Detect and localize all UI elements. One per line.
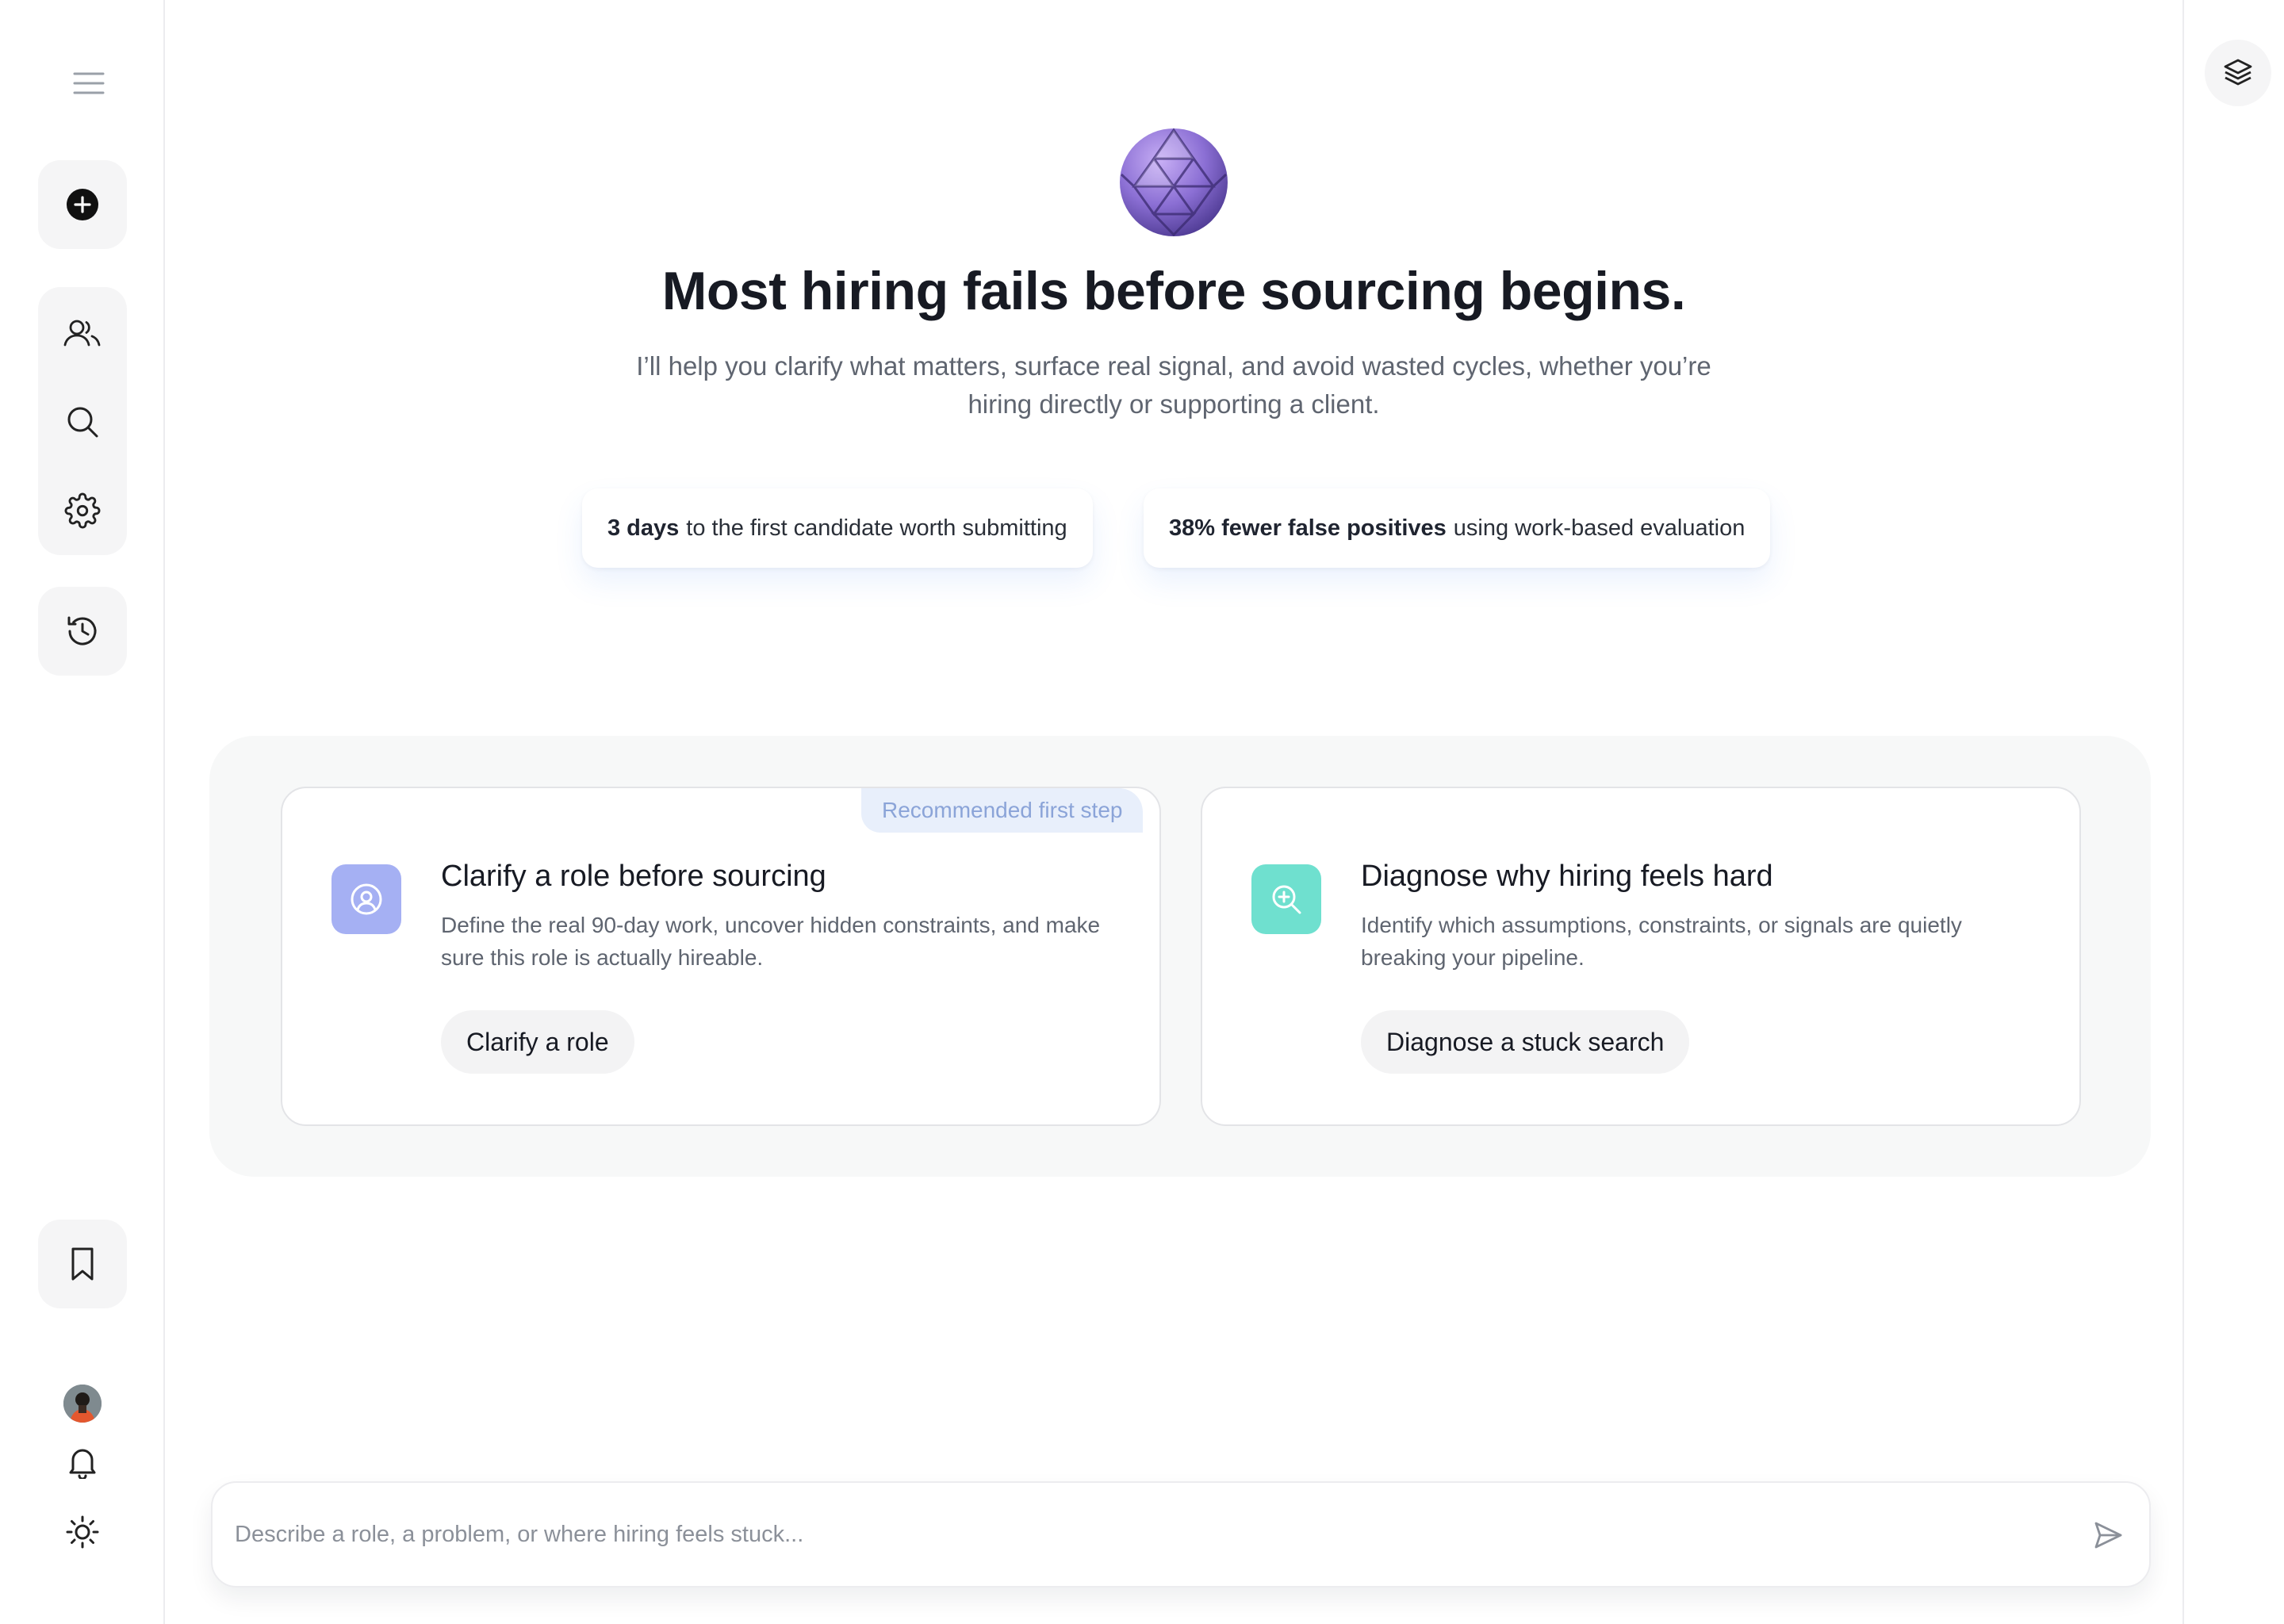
nav-group xyxy=(38,287,127,555)
new-chat-group xyxy=(38,160,127,249)
bookmark-group xyxy=(38,1220,127,1308)
layers-button[interactable] xyxy=(2205,40,2271,106)
menu-button[interactable] xyxy=(60,62,117,105)
stat-text: to the first candidate worth submitting xyxy=(686,515,1067,541)
plus-circle-icon xyxy=(67,189,98,220)
card-description: Identify which assumptions, constraints,… xyxy=(1361,913,1962,970)
avatar xyxy=(63,1385,102,1423)
history-icon xyxy=(67,616,97,645)
card-title: Clarify a role before sourcing xyxy=(441,860,826,893)
diagnose-hiring-card: Diagnose why hiring feels hard Identify … xyxy=(1201,787,2081,1126)
bookmark-button[interactable] xyxy=(38,1220,127,1308)
right-rail xyxy=(2182,0,2284,1624)
brand-orb-logo xyxy=(1120,128,1228,237)
message-composer xyxy=(211,1481,2151,1588)
settings-button[interactable] xyxy=(38,466,127,555)
send-button[interactable] xyxy=(2079,1507,2136,1564)
theme-toggle-button[interactable] xyxy=(44,1500,121,1564)
card-title: Diagnose why hiring feels hard xyxy=(1361,860,1773,893)
users-icon xyxy=(63,320,101,347)
recommended-badge: Recommended first step xyxy=(861,788,1144,833)
hero-subtitle: I’ll help you clarify what matters, surf… xyxy=(636,351,1711,419)
send-icon xyxy=(2094,1522,2122,1549)
card-icon-container xyxy=(1251,864,1321,934)
clarify-role-button[interactable]: Clarify a role xyxy=(441,1010,634,1074)
user-circle-icon xyxy=(351,883,382,915)
hamburger-menu-icon xyxy=(73,72,105,94)
zoom-in-icon xyxy=(1272,885,1301,914)
card-icon-container xyxy=(331,864,401,934)
stat-highlight: 3 days xyxy=(607,515,680,541)
people-button[interactable] xyxy=(38,289,127,377)
stat-pill-speed: 3 days to the first candidate worth subm… xyxy=(582,488,1093,568)
left-sidebar xyxy=(0,0,165,1624)
stat-highlight: 38% fewer false positives xyxy=(1169,515,1447,541)
notifications-button[interactable] xyxy=(44,1431,121,1494)
bookmark-icon xyxy=(71,1247,94,1281)
layers-icon xyxy=(2224,59,2252,86)
stat-text: using work-based evaluation xyxy=(1453,515,1746,541)
history-group xyxy=(38,587,127,676)
stat-pill-accuracy: 38% fewer false positives using work-bas… xyxy=(1144,488,1771,568)
sun-icon xyxy=(66,1515,99,1549)
clarify-role-card: Recommended first step Clarify a role be… xyxy=(281,787,1161,1126)
search-icon xyxy=(67,407,98,438)
history-button[interactable] xyxy=(38,587,127,676)
diagnose-search-button[interactable]: Diagnose a stuck search xyxy=(1361,1010,1690,1074)
search-button[interactable] xyxy=(38,377,127,466)
new-chat-button[interactable] xyxy=(38,160,127,249)
card-description: Define the real 90-day work, uncover hid… xyxy=(441,913,1101,970)
bell-icon xyxy=(69,1449,96,1479)
gear-icon xyxy=(64,492,101,529)
hero-title: Most hiring fails before sourcing begins… xyxy=(661,261,1686,321)
profile-button[interactable] xyxy=(44,1372,121,1435)
message-input[interactable] xyxy=(235,1483,2043,1586)
